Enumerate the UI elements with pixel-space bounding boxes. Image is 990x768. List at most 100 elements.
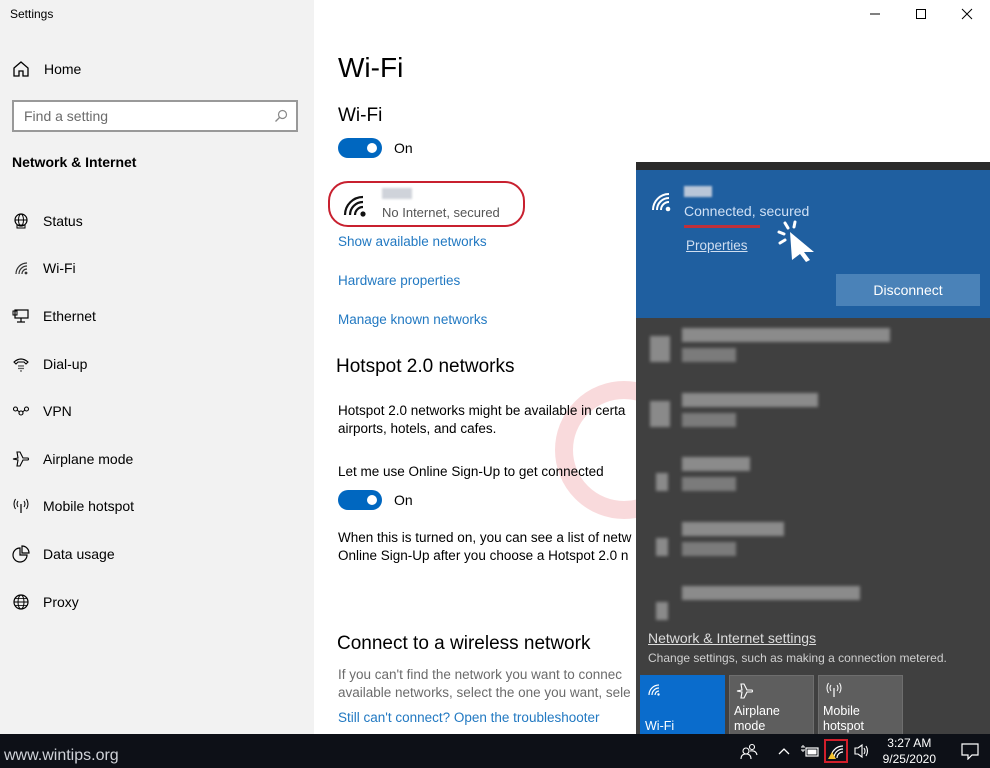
action-center-button[interactable]: [950, 734, 990, 768]
sidebar-item-label: Ethernet: [43, 307, 96, 324]
sidebar-item-label: Status: [43, 212, 83, 229]
volume-icon: [854, 743, 868, 759]
people-icon: [740, 743, 758, 760]
sidebar-item-label: Dial-up: [43, 355, 88, 372]
signup-toggle-row: On: [338, 490, 413, 510]
disconnect-button[interactable]: Disconnect: [836, 274, 980, 306]
close-button[interactable]: [944, 0, 990, 28]
pie-icon: [12, 545, 30, 563]
hotspot-desc-line: Hotspot 2.0 networks might be available …: [338, 403, 626, 418]
quick-action-tiles: Wi-Fi Airplane mode Mobile hotspot: [640, 675, 903, 739]
troubleshooter-link[interactable]: Still can't connect? Open the troublesho…: [338, 710, 600, 725]
wifi-icon: [648, 684, 660, 696]
network-internet-settings-link[interactable]: Network & Internet settings: [648, 630, 816, 646]
network-flyout: Connected, secured Properties Disconnect: [636, 162, 990, 739]
window-controls: [852, 0, 990, 28]
wifi-icon: [15, 262, 28, 275]
wifi-toggle-row: On: [338, 138, 413, 158]
network-status-text: No Internet, secured: [382, 205, 500, 220]
phone-icon: [13, 358, 29, 372]
taskbar: www.wintips.org 3:27 AM 9/25/2020: [0, 734, 990, 768]
search-input[interactable]: [24, 108, 274, 124]
network-name-obscured: [382, 188, 412, 199]
battery-button[interactable]: [798, 734, 822, 768]
network-status-obscured: [682, 541, 736, 556]
sidebar-item-label: Wi-Fi: [43, 260, 76, 277]
signup-label: Let me use Online Sign-Up to get connect…: [338, 464, 604, 479]
sidebar-item-data-usage[interactable]: Data usage: [0, 530, 314, 578]
maximize-button[interactable]: [898, 0, 944, 28]
tile-wifi[interactable]: Wi-Fi: [640, 675, 725, 739]
volume-button[interactable]: [850, 734, 874, 768]
battery-charging-icon: [800, 745, 819, 757]
search-box[interactable]: [12, 100, 298, 132]
clock[interactable]: 3:27 AM 9/25/2020: [883, 735, 936, 767]
network-list-item[interactable]: [636, 447, 990, 512]
sidebar-home[interactable]: Home: [12, 60, 81, 78]
connect-title: Connect to a wireless network: [337, 633, 591, 654]
manage-known-networks-link[interactable]: Manage known networks: [338, 312, 487, 327]
sidebar-item-label: Mobile hotspot: [43, 498, 135, 515]
hotspot-desc-line: airports, hotels, and cafes.: [338, 421, 497, 436]
chevron-up-icon: [778, 748, 790, 755]
hardware-properties-link[interactable]: Hardware properties: [338, 273, 460, 288]
sidebar-item-label: Airplane mode: [43, 450, 134, 467]
minimize-button[interactable]: [852, 0, 898, 28]
section-title: Network & Internet: [12, 154, 137, 170]
sidebar-item-mobile-hotspot[interactable]: Mobile hotspot: [0, 483, 314, 531]
search-icon[interactable]: [274, 109, 288, 123]
properties-link[interactable]: Properties: [686, 238, 748, 253]
airplane-icon: [736, 683, 754, 699]
signup-toggle[interactable]: [338, 490, 382, 510]
show-hidden-icons-button[interactable]: [772, 734, 796, 768]
signup-toggle-label: On: [394, 492, 413, 508]
clock-time: 3:27 AM: [887, 736, 932, 750]
connect-description: If you can't find the network you want t…: [338, 666, 658, 702]
network-list-item[interactable]: [636, 512, 990, 577]
wifi-signal-icon: [650, 400, 670, 427]
network-name-obscured: [682, 392, 818, 407]
connected-network-item[interactable]: Connected, secured Properties Disconnect: [636, 170, 990, 318]
settings-subtext: Change settings, such as making a connec…: [648, 651, 947, 665]
sidebar-item-airplane[interactable]: Airplane mode: [0, 435, 314, 483]
sidebar-item-vpn[interactable]: VPN: [0, 387, 314, 435]
app-title: Settings: [10, 7, 54, 21]
tile-label: Wi-Fi: [645, 719, 675, 733]
wifi-toggle[interactable]: [338, 138, 382, 158]
people-button[interactable]: [737, 734, 761, 768]
minimize-icon: [870, 13, 880, 15]
sidebar-item-wifi[interactable]: Wi-Fi: [0, 245, 314, 293]
wifi-signal-icon: [650, 336, 670, 362]
vpn-icon: [12, 406, 30, 416]
globe-monitor-icon: [14, 213, 28, 229]
sidebar-item-ethernet[interactable]: Ethernet: [0, 292, 314, 340]
signup-desc-line: When this is turned on, you can see a li…: [338, 530, 632, 545]
wifi-warning-icon: [827, 745, 843, 759]
home-label: Home: [44, 61, 82, 77]
network-status-obscured: [682, 348, 736, 362]
network-name-obscured: [684, 186, 712, 197]
close-icon: [961, 8, 973, 20]
sidebar-item-proxy[interactable]: Proxy: [0, 578, 314, 626]
network-status-obscured: [682, 412, 736, 427]
notification-icon: [961, 743, 979, 760]
hotspot-description: Hotspot 2.0 networks might be available …: [338, 402, 658, 438]
red-underline-annotation: [684, 225, 760, 228]
sidebar-item-label: VPN: [43, 403, 72, 420]
globe-icon: [13, 593, 29, 610]
network-status-highlight[interactable]: No Internet, secured: [328, 181, 525, 227]
network-list-item[interactable]: [636, 318, 990, 383]
tile-label: Mobile hotspot: [823, 704, 865, 733]
network-tray-button[interactable]: [823, 739, 848, 763]
system-tray: 3:27 AM 9/25/2020: [736, 734, 990, 768]
tile-mobile-hotspot[interactable]: Mobile hotspot: [818, 675, 903, 739]
hotspot-icon: [13, 499, 29, 514]
show-available-networks-link[interactable]: Show available networks: [338, 234, 487, 249]
network-list-item[interactable]: [636, 383, 990, 448]
sidebar-item-status[interactable]: Status: [0, 197, 314, 245]
maximize-icon: [916, 9, 926, 19]
sidebar-item-label: Proxy: [43, 593, 79, 610]
click-cursor-icon: [777, 220, 814, 262]
sidebar-item-dialup[interactable]: Dial-up: [0, 340, 314, 388]
tile-airplane-mode[interactable]: Airplane mode: [729, 675, 814, 739]
